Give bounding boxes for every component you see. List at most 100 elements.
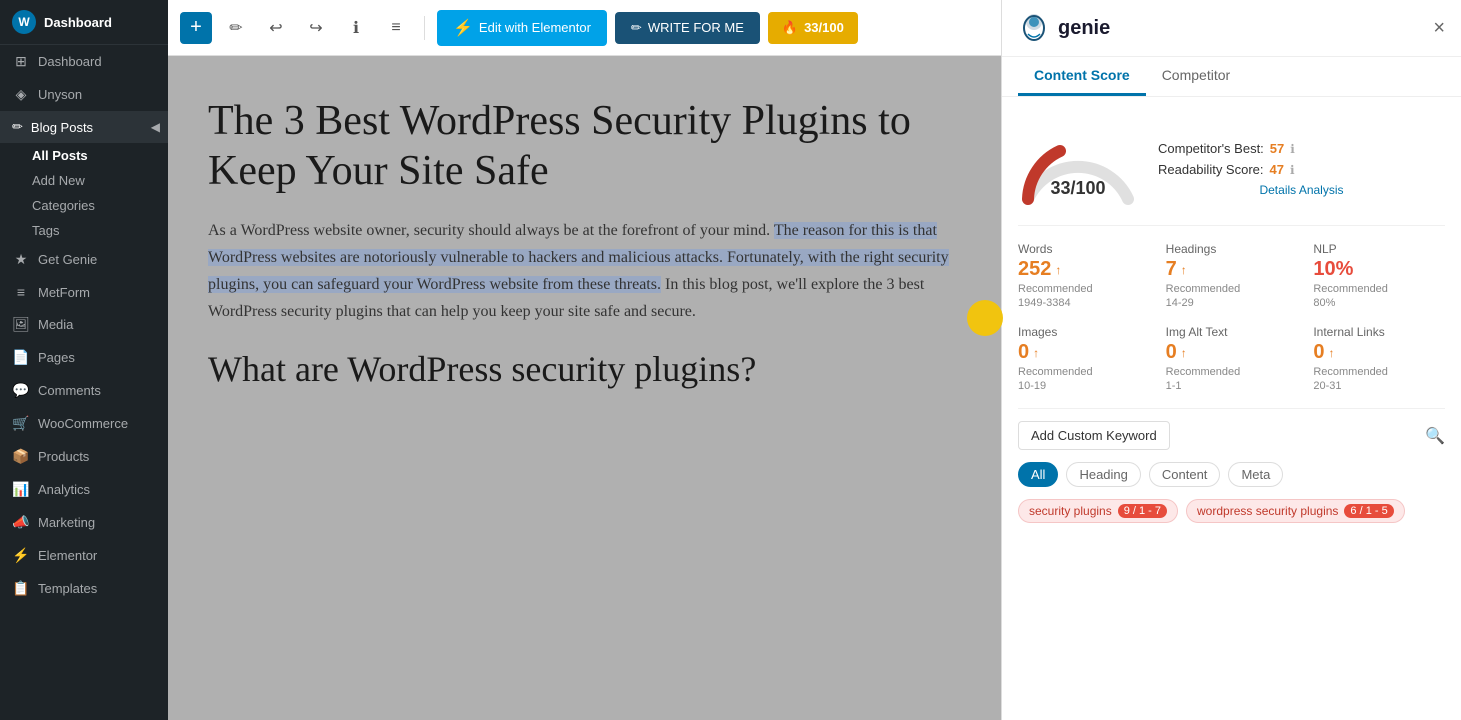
internal-links-arrow: ↑	[1328, 346, 1334, 360]
sidebar-label-pages: Pages	[38, 350, 75, 365]
sidebar-label-elementor: Elementor	[38, 548, 97, 563]
redo-button[interactable]: ↪	[300, 12, 332, 44]
headings-value: 7 ↑	[1166, 258, 1298, 281]
metric-nlp: NLP 10% Recommended 80%	[1313, 242, 1445, 309]
sidebar-item-pages[interactable]: 📄 Pages	[0, 341, 168, 374]
panel-header: genie ×	[1002, 0, 1461, 57]
sidebar-item-products[interactable]: 📦 Products	[0, 440, 168, 473]
words-label: Words	[1018, 242, 1150, 256]
readability-label: Readability Score:	[1158, 162, 1264, 177]
score-gauge: 33/100	[1018, 129, 1138, 209]
blog-posts-icon: ✏	[12, 119, 23, 135]
get-genie-icon: ★	[12, 251, 30, 268]
panel-close-button[interactable]: ×	[1433, 17, 1445, 40]
elementor-icon: ⚡	[12, 547, 30, 564]
keyword-search-button[interactable]: 🔍	[1425, 426, 1445, 446]
toolbar: + ✏ ↩ ↪ ℹ ≡ ⚡ Edit with Elementor ✏ WRIT…	[168, 0, 1001, 56]
sidebar-label-products: Products	[38, 449, 89, 464]
sidebar-label-analytics: Analytics	[38, 482, 90, 497]
readability-value: 47	[1270, 162, 1284, 177]
post-subtitle: What are WordPress security plugins?	[208, 346, 961, 393]
filter-tab-heading[interactable]: Heading	[1066, 462, 1140, 487]
add-block-button[interactable]: +	[180, 12, 212, 44]
nlp-rec-label: Recommended	[1313, 283, 1445, 295]
sidebar-label-woocommerce: WooCommerce	[38, 416, 128, 431]
info-button[interactable]: ℹ	[340, 12, 372, 44]
nlp-value: 10%	[1313, 258, 1445, 281]
sidebar-item-metform[interactable]: ≡ MetForm	[0, 276, 168, 308]
tab-competitor[interactable]: Competitor	[1146, 57, 1246, 96]
sidebar-label-templates: Templates	[38, 581, 97, 596]
filter-tab-content[interactable]: Content	[1149, 462, 1221, 487]
sidebar-sub-categories[interactable]: Categories	[0, 193, 168, 218]
sidebar-item-comments[interactable]: 💬 Comments	[0, 374, 168, 407]
sidebar-label-comments: Comments	[38, 383, 101, 398]
readability-row: Readability Score: 47 ℹ	[1158, 162, 1445, 177]
sidebar-item-marketing[interactable]: 📣 Marketing	[0, 506, 168, 539]
sidebar-item-elementor[interactable]: ⚡ Elementor	[0, 539, 168, 572]
images-value: 0 ↑	[1018, 341, 1150, 364]
sidebar-item-unyson[interactable]: ◈ Unyson	[0, 78, 168, 111]
edit-elementor-button[interactable]: ⚡ Edit with Elementor	[437, 10, 607, 46]
metric-internal-links: Internal Links 0 ↑ Recommended 20-31	[1313, 325, 1445, 392]
sidebar-item-templates[interactable]: 📋 Templates	[0, 572, 168, 605]
sidebar-item-woocommerce[interactable]: 🛒 WooCommerce	[0, 407, 168, 440]
panel-content: 33/100 Competitor's Best: 57 ℹ Readabili…	[1002, 97, 1461, 720]
sidebar-label-media: Media	[38, 317, 73, 332]
nlp-rec-value: 80%	[1313, 297, 1445, 309]
sidebar-item-media[interactable]: 🖼 Media	[0, 308, 168, 341]
images-arrow: ↑	[1033, 346, 1039, 360]
score-display: 33/100	[1050, 178, 1105, 199]
img-alt-rec-label: Recommended	[1166, 366, 1298, 378]
chevron-icon: ◀	[151, 120, 160, 134]
competitors-info-icon[interactable]: ℹ	[1290, 142, 1295, 156]
competitors-best-label: Competitor's Best:	[1158, 141, 1264, 156]
internal-links-value: 0 ↑	[1313, 341, 1445, 364]
undo-button[interactable]: ↩	[260, 12, 292, 44]
write-icon: ✏	[631, 20, 642, 36]
sidebar-label-get-genie: Get Genie	[38, 252, 97, 267]
edit-elementor-label: Edit with Elementor	[479, 20, 591, 35]
img-alt-rec-value: 1-1	[1166, 380, 1298, 392]
images-rec-label: Recommended	[1018, 366, 1150, 378]
panel-logo-text: genie	[1058, 17, 1110, 40]
sidebar-item-get-genie[interactable]: ★ Get Genie	[0, 243, 168, 276]
analytics-icon: 📊	[12, 481, 30, 498]
sidebar-label-marketing: Marketing	[38, 515, 95, 530]
add-new-label: Add New	[32, 173, 85, 188]
marketing-icon: 📣	[12, 514, 30, 531]
sidebar-item-analytics[interactable]: 📊 Analytics	[0, 473, 168, 506]
filter-tab-all[interactable]: All	[1018, 462, 1058, 487]
sidebar-item-dashboard[interactable]: ⊞ Dashboard	[0, 45, 168, 78]
tab-content-score[interactable]: Content Score	[1018, 57, 1146, 96]
competitors-best-row: Competitor's Best: 57 ℹ	[1158, 141, 1445, 156]
dashboard-icon: ⊞	[12, 53, 30, 70]
readability-info-icon[interactable]: ℹ	[1290, 163, 1295, 177]
media-icon: 🖼	[12, 316, 30, 333]
headings-arrow: ↑	[1181, 263, 1187, 277]
details-analysis-link[interactable]: Details Analysis	[1158, 183, 1445, 197]
sidebar-item-blog-posts[interactable]: ✏ Blog Posts ◀	[0, 111, 168, 143]
keyword-tags: security plugins 9 / 1 - 7 wordpress sec…	[1018, 499, 1445, 523]
add-keyword-button[interactable]: Add Custom Keyword	[1018, 421, 1170, 450]
sidebar-sub-tags[interactable]: Tags	[0, 218, 168, 243]
toolbar-divider	[424, 16, 425, 40]
right-panel: genie × Content Score Competitor 33/100	[1001, 0, 1461, 720]
images-label: Images	[1018, 325, 1150, 339]
sidebar-label-metform: MetForm	[38, 285, 90, 300]
headings-rec-label: Recommended	[1166, 283, 1298, 295]
templates-icon: 📋	[12, 580, 30, 597]
sidebar-sub-all-posts[interactable]: All Posts	[0, 143, 168, 168]
keyword-count-1: 6 / 1 - 5	[1344, 504, 1393, 518]
words-rec-label: Recommended	[1018, 283, 1150, 295]
woocommerce-icon: 🛒	[12, 415, 30, 432]
score-button[interactable]: 🔥 33/100	[768, 12, 858, 44]
pencil-button[interactable]: ✏	[220, 12, 252, 44]
sidebar-sub-add-new[interactable]: Add New	[0, 168, 168, 193]
all-posts-label: All Posts	[32, 148, 88, 163]
elementor-btn-icon: ⚡	[453, 18, 473, 38]
words-arrow: ↑	[1055, 263, 1061, 277]
write-for-me-button[interactable]: ✏ WRITE FOR ME	[615, 12, 760, 44]
filter-tab-meta[interactable]: Meta	[1228, 462, 1283, 487]
menu-button[interactable]: ≡	[380, 12, 412, 44]
